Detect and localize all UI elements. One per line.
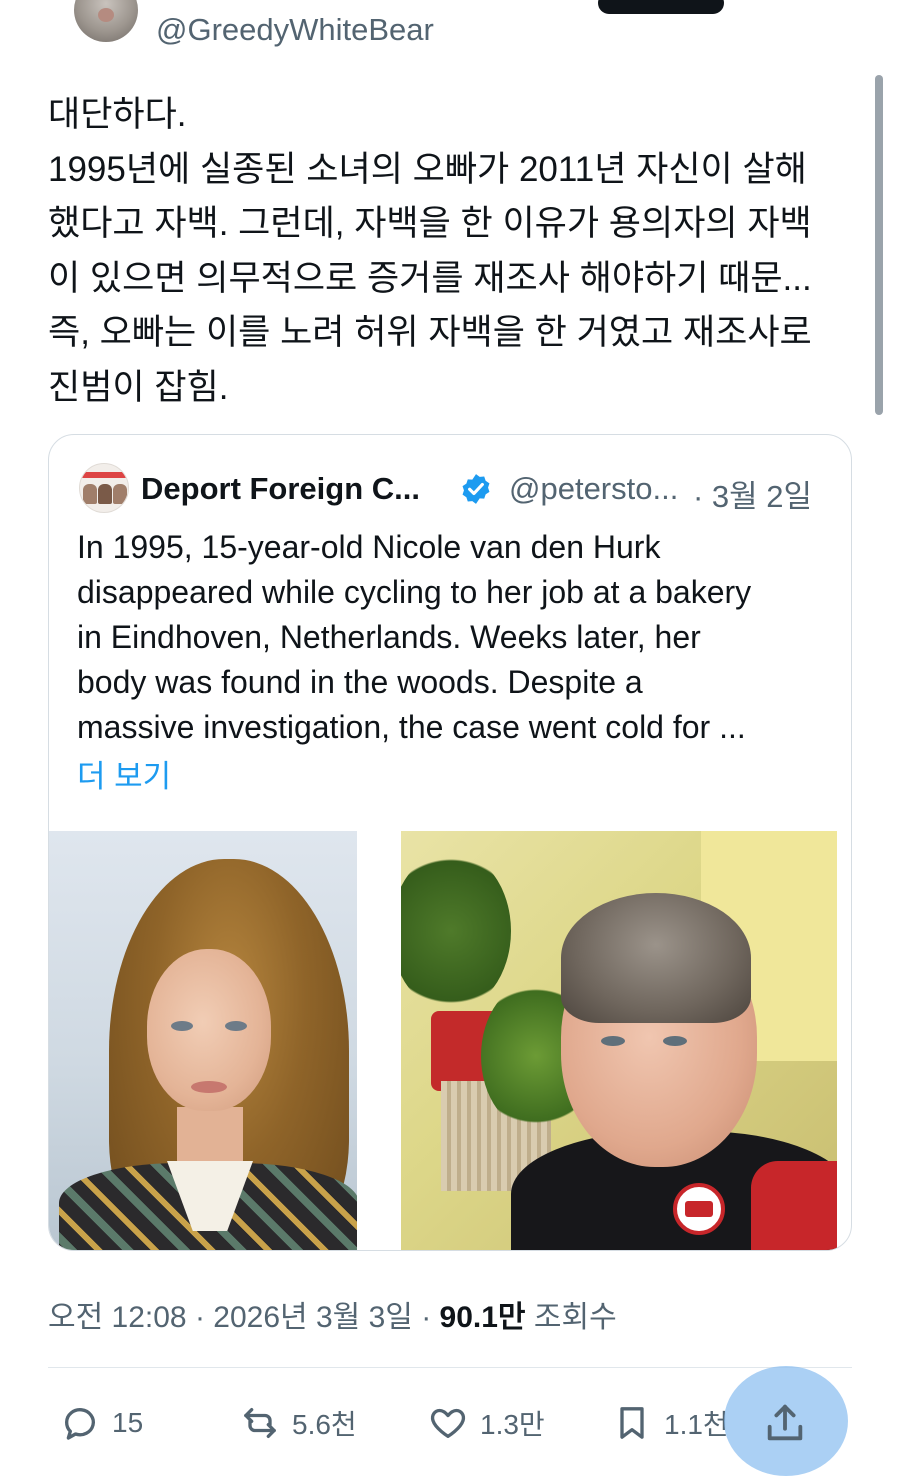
reply-icon — [65, 1408, 95, 1440]
share-icon[interactable] — [762, 1400, 808, 1446]
bookmark-button[interactable]: 1.1천 — [612, 1400, 729, 1446]
quoted-line: body was found in the woods. Despite a — [77, 664, 643, 700]
bookmark-icon — [620, 1407, 644, 1439]
tweet-line: 대단하다. — [48, 95, 187, 134]
reply-button[interactable]: 15 — [60, 1400, 143, 1446]
author-avatar[interactable] — [74, 0, 138, 42]
tweet-line: 진범이 잡힘. — [48, 367, 229, 407]
quoted-line: In 1995, 15-year-old Nicole van den Hurk — [77, 529, 661, 565]
tweet-line: 즉, 오빠는 이를 노려 허위 자백을 한 거였고 재조사로 — [48, 313, 812, 352]
reply-count: 15 — [112, 1407, 144, 1438]
verified-badge-icon — [462, 474, 490, 504]
quoted-author-handle[interactable]: @petersto... — [509, 471, 678, 507]
quoted-text: In 1995, 15-year-old Nicole van den Hurk… — [77, 525, 837, 750]
author-handle[interactable]: @GreedyWhiteBear — [156, 12, 434, 48]
quoted-author-avatar[interactable] — [79, 463, 129, 513]
psv-logo-icon — [673, 1183, 725, 1235]
quoted-line: massive investigation, the case went col… — [77, 709, 746, 745]
scrollbar[interactable] — [875, 75, 883, 415]
retweet-icon — [244, 1408, 276, 1438]
photo-girl[interactable] — [49, 831, 357, 1250]
photo-man[interactable] — [401, 831, 837, 1250]
bookmark-count: 1.1천 — [664, 1409, 729, 1440]
like-count: 1.3만 — [480, 1409, 545, 1440]
quoted-line: disappeared while cycling to her job at … — [77, 574, 752, 610]
quoted-tweet-card[interactable]: Deport Foreign C... @petersto... · 3월 2일… — [48, 434, 852, 1251]
heart-icon — [430, 1408, 466, 1438]
separator: · — [186, 1301, 214, 1334]
tweet-line: 했다고 자백. 그런데, 자백을 한 이유가 용의자의 자백 — [48, 204, 812, 243]
like-button[interactable]: 1.3만 — [428, 1400, 545, 1446]
view-label: 조회수 — [525, 1301, 617, 1334]
quoted-author-name[interactable]: Deport Foreign C... — [141, 471, 420, 507]
quoted-date: · 3월 2일 — [693, 479, 813, 514]
tweet-line: 1995년에 실종된 소녀의 오빠가 2011년 자신이 살해 — [48, 149, 807, 189]
tweet-meta: 오전 12:08 · 2026년 3월 3일 · 90.1만 조회수 — [48, 1292, 617, 1336]
divider — [48, 1367, 852, 1368]
quoted-line: in Eindhoven, Netherlands. Weeks later, … — [77, 619, 701, 655]
retweet-button[interactable]: 5.6천 — [240, 1400, 357, 1446]
retweet-count: 5.6천 — [292, 1409, 357, 1440]
separator: · — [412, 1301, 440, 1334]
tweet-text: 대단하다. 1995년에 실종된 소녀의 오빠가 2011년 자신이 살해 했다… — [48, 88, 848, 415]
tweet-date[interactable]: 2026년 3월 3일 — [213, 1301, 413, 1334]
tweet-header: @GreedyWhiteBear — [0, 0, 900, 60]
view-count: 90.1만 — [439, 1301, 526, 1334]
tweet-time[interactable]: 오전 12:08 — [48, 1301, 187, 1334]
tweet-line: 이 있으면 의무적으로 증거를 재조사 해야하기 때문... — [48, 258, 812, 298]
show-more-link[interactable]: 더 보기 — [77, 751, 171, 796]
